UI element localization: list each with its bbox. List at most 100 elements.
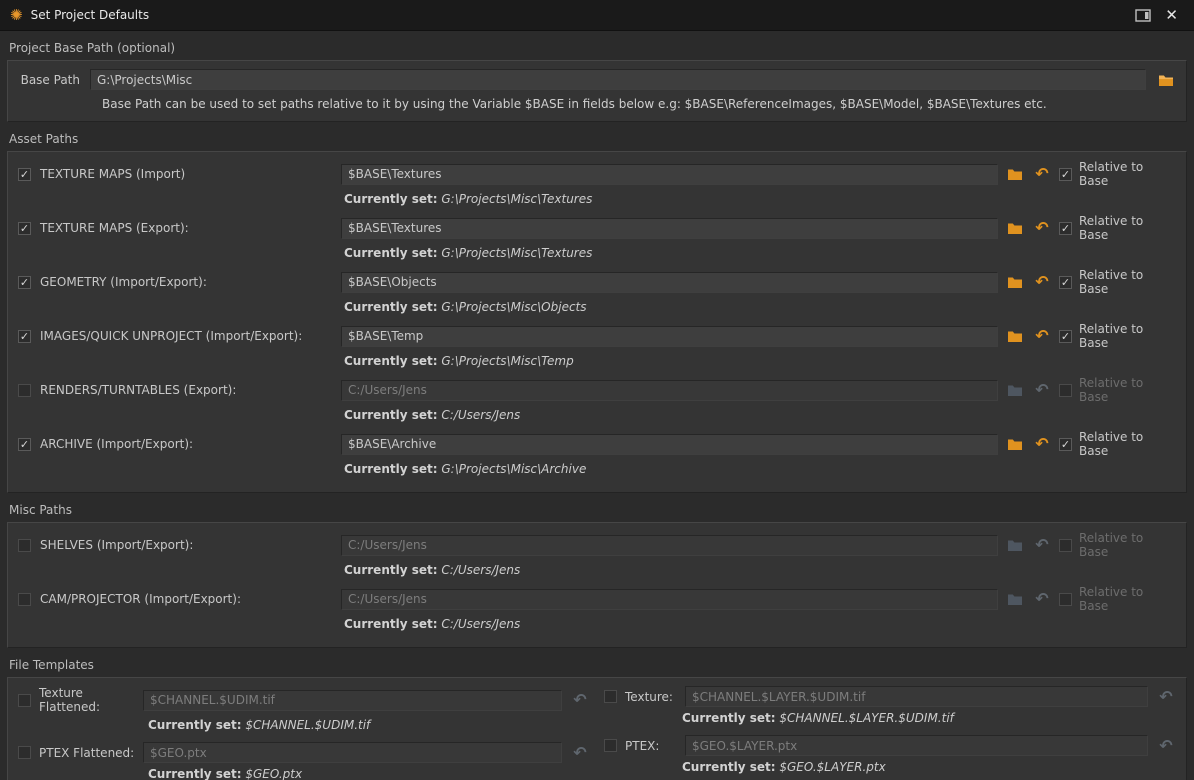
relative-label: Relative to Base — [1079, 585, 1176, 613]
section-title-misc-paths: Misc Paths — [9, 503, 1187, 517]
browse-folder-icon[interactable] — [1005, 383, 1025, 397]
undo-icon[interactable]: ↶ — [1156, 739, 1176, 753]
template-input[interactable] — [685, 735, 1148, 756]
undo-icon[interactable]: ↶ — [1032, 221, 1052, 235]
asset-paths-panel: TEXTURE MAPS (Import) ↶ Relative to Base… — [7, 151, 1187, 493]
file-templates-panel: Texture Flattened: ↶ Currently set: $CHA… — [7, 677, 1187, 780]
browse-folder-icon[interactable] — [1005, 329, 1025, 343]
browse-folder-icon[interactable] — [1005, 538, 1025, 552]
row-enable-checkbox[interactable] — [18, 593, 31, 606]
row-enable-checkbox[interactable] — [604, 690, 617, 703]
row-enable-checkbox[interactable] — [18, 168, 31, 181]
undo-icon[interactable]: ↶ — [1032, 383, 1052, 397]
path-input[interactable] — [341, 164, 998, 185]
ft-row-texture: Texture: ↶ Currently set: $CHANNEL.$LAYE… — [604, 686, 1176, 725]
base-path-input[interactable] — [90, 69, 1146, 90]
row-enable-checkbox[interactable] — [18, 330, 31, 343]
relative-label: Relative to Base — [1079, 214, 1176, 242]
currently-set: Currently set: G:\Projects\Misc\Textures — [344, 246, 1176, 260]
currently-set: Currently set: $GEO.ptx — [148, 767, 590, 780]
row-label: SHELVES (Import/Export): — [40, 538, 193, 552]
base-path-help-text: Base Path can be used to set paths relat… — [102, 97, 1176, 111]
row-enable-checkbox[interactable] — [18, 438, 31, 451]
undo-icon[interactable]: ↶ — [1032, 592, 1052, 606]
row-enable-checkbox[interactable] — [18, 746, 31, 759]
currently-set: Currently set: $GEO.$LAYER.ptx — [682, 760, 1176, 774]
close-icon[interactable]: ✕ — [1159, 6, 1184, 24]
undo-icon[interactable]: ↶ — [1032, 538, 1052, 552]
path-input[interactable] — [341, 326, 998, 347]
browse-folder-icon[interactable] — [1005, 437, 1025, 451]
section-title-base-path: Project Base Path (optional) — [9, 41, 1187, 55]
undo-icon[interactable]: ↶ — [1032, 437, 1052, 451]
asset-row-texture-import: TEXTURE MAPS (Import) ↶ Relative to Base… — [18, 160, 1176, 206]
relative-checkbox[interactable] — [1059, 222, 1072, 235]
undo-icon[interactable]: ↶ — [570, 693, 590, 707]
currently-set: Currently set: G:\Projects\Misc\Textures — [344, 192, 1176, 206]
undo-icon[interactable]: ↶ — [1156, 690, 1176, 704]
browse-folder-icon[interactable] — [1005, 592, 1025, 606]
relative-checkbox[interactable] — [1059, 593, 1072, 606]
row-label: CAM/PROJECTOR (Import/Export): — [40, 592, 241, 606]
row-label: TEXTURE MAPS (Import) — [40, 167, 185, 181]
asset-row-images-unproject: IMAGES/QUICK UNPROJECT (Import/Export): … — [18, 322, 1176, 368]
path-input[interactable] — [341, 380, 998, 401]
currently-set: Currently set: G:\Projects\Misc\Temp — [344, 354, 1176, 368]
row-label: PTEX: — [625, 739, 677, 753]
currently-set: Currently set: C:/Users/Jens — [344, 408, 1176, 422]
currently-set: Currently set: $CHANNEL.$LAYER.$UDIM.tif — [682, 711, 1176, 725]
path-input[interactable] — [341, 272, 998, 293]
asset-row-archive: ARCHIVE (Import/Export): ↶ Relative to B… — [18, 430, 1176, 476]
relative-label: Relative to Base — [1079, 430, 1176, 458]
row-enable-checkbox[interactable] — [18, 384, 31, 397]
browse-folder-icon[interactable] — [1005, 275, 1025, 289]
undo-icon[interactable]: ↶ — [570, 746, 590, 760]
browse-folder-icon[interactable] — [1005, 221, 1025, 235]
misc-row-cam-projector: CAM/PROJECTOR (Import/Export): ↶ Relativ… — [18, 585, 1176, 631]
relative-checkbox[interactable] — [1059, 330, 1072, 343]
path-input[interactable] — [341, 589, 998, 610]
ft-row-ptex-flattened: PTEX Flattened: ↶ Currently set: $GEO.pt… — [18, 742, 590, 780]
row-enable-checkbox[interactable] — [18, 694, 31, 707]
undo-icon[interactable]: ↶ — [1032, 167, 1052, 181]
row-label: ARCHIVE (Import/Export): — [40, 437, 193, 451]
ft-row-ptex: PTEX: ↶ Currently set: $GEO.$LAYER.ptx — [604, 735, 1176, 774]
undo-icon[interactable]: ↶ — [1032, 275, 1052, 289]
currently-set: Currently set: $CHANNEL.$UDIM.tif — [148, 718, 590, 732]
path-input[interactable] — [341, 218, 998, 239]
relative-checkbox[interactable] — [1059, 168, 1072, 181]
browse-folder-icon[interactable] — [1156, 73, 1176, 87]
asset-row-renders-turntables: RENDERS/TURNTABLES (Export): ↶ Relative … — [18, 376, 1176, 422]
currently-set: Currently set: C:/Users/Jens — [344, 617, 1176, 631]
row-enable-checkbox[interactable] — [18, 539, 31, 552]
row-label: TEXTURE MAPS (Export): — [40, 221, 189, 235]
row-enable-checkbox[interactable] — [604, 739, 617, 752]
relative-checkbox[interactable] — [1059, 384, 1072, 397]
app-logo-icon: ✺ — [10, 8, 23, 23]
currently-set: Currently set: G:\Projects\Misc\Archive — [344, 462, 1176, 476]
row-label: GEOMETRY (Import/Export): — [40, 275, 207, 289]
currently-set: Currently set: G:\Projects\Misc\Objects — [344, 300, 1176, 314]
row-label: Texture: — [625, 690, 677, 704]
relative-checkbox[interactable] — [1059, 276, 1072, 289]
misc-paths-panel: SHELVES (Import/Export): ↶ Relative to B… — [7, 522, 1187, 648]
dialog-body: Project Base Path (optional) Base Path B… — [0, 31, 1194, 780]
row-label: IMAGES/QUICK UNPROJECT (Import/Export): — [40, 329, 302, 343]
path-input[interactable] — [341, 535, 998, 556]
template-input[interactable] — [143, 690, 562, 711]
relative-label: Relative to Base — [1079, 160, 1176, 188]
row-enable-checkbox[interactable] — [18, 276, 31, 289]
browse-folder-icon[interactable] — [1005, 167, 1025, 181]
path-input[interactable] — [341, 434, 998, 455]
template-input[interactable] — [143, 742, 562, 763]
template-input[interactable] — [685, 686, 1148, 707]
row-enable-checkbox[interactable] — [18, 222, 31, 235]
row-label: Texture Flattened: — [39, 686, 135, 714]
relative-checkbox[interactable] — [1059, 438, 1072, 451]
row-label: RENDERS/TURNTABLES (Export): — [40, 383, 236, 397]
relative-label: Relative to Base — [1079, 322, 1176, 350]
relative-checkbox[interactable] — [1059, 539, 1072, 552]
ft-row-texture-flattened: Texture Flattened: ↶ Currently set: $CHA… — [18, 686, 590, 732]
undo-icon[interactable]: ↶ — [1032, 329, 1052, 343]
dock-window-icon[interactable] — [1135, 9, 1151, 22]
